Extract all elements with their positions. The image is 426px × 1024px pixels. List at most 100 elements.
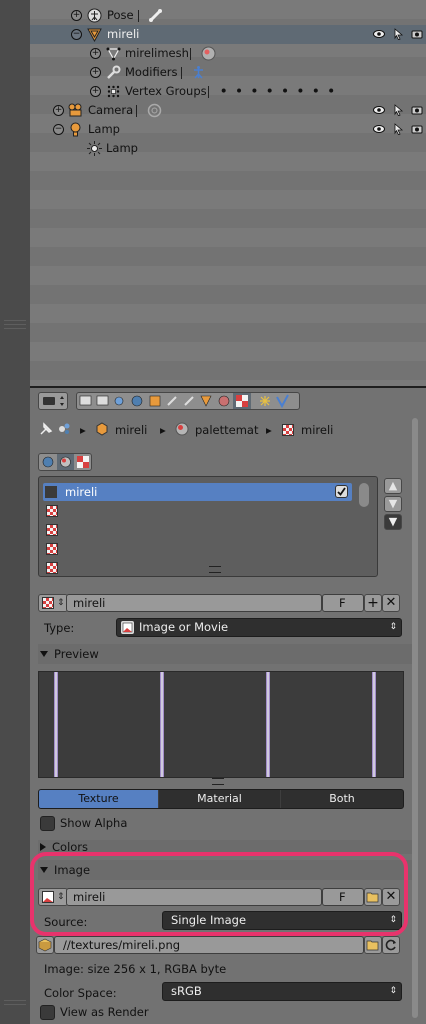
render-camera-icon[interactable] bbox=[411, 28, 423, 40]
breadcrumb-separator: ▸ bbox=[266, 423, 272, 437]
show-alpha-label: Show Alpha bbox=[60, 816, 128, 830]
move-down-button[interactable]: ▼ bbox=[384, 496, 402, 512]
texture-name-field[interactable]: mireli bbox=[66, 594, 322, 612]
color-space-label: Color Space: bbox=[44, 986, 117, 1000]
tab-material[interactable]: Material bbox=[159, 790, 281, 808]
breadcrumb-texture: mireli bbox=[301, 423, 334, 437]
camera-data-icon bbox=[147, 103, 162, 118]
context-tabs[interactable] bbox=[76, 392, 300, 410]
properties-panel: ▸ mireli ▸ palettemat ▸ mireli mireli ▲ … bbox=[30, 388, 426, 1024]
browse-folder-icon[interactable] bbox=[364, 936, 382, 954]
list-item-label: mireli bbox=[65, 485, 98, 499]
texture-context-tabs[interactable] bbox=[38, 453, 92, 471]
preview-title: Preview bbox=[54, 647, 99, 661]
list-item-selected[interactable]: mireli bbox=[43, 483, 352, 501]
expand-icon[interactable]: + bbox=[90, 67, 101, 78]
pin-icon[interactable] bbox=[38, 421, 54, 437]
lamp-data-icon bbox=[87, 141, 102, 156]
texture-checker-icon bbox=[46, 505, 58, 517]
texture-checker-icon bbox=[46, 524, 58, 536]
visibility-eye-icon[interactable] bbox=[373, 28, 385, 40]
texture-browse-button[interactable]: ⇕ bbox=[38, 594, 68, 612]
outliner-row-mirelimesh[interactable]: + mirelimesh bbox=[30, 44, 426, 63]
visibility-eye-icon[interactable] bbox=[373, 104, 385, 116]
show-alpha-checkbox[interactable] bbox=[40, 816, 55, 831]
type-dropdown-value: Image or Movie bbox=[139, 620, 229, 634]
slot-enabled-checkbox[interactable] bbox=[335, 485, 348, 498]
specials-menu-button[interactable]: ▼ bbox=[384, 514, 402, 530]
dropdown-arrows-icon: ⇕ bbox=[389, 986, 397, 996]
selectable-cursor-icon[interactable] bbox=[392, 123, 404, 136]
reload-icon[interactable] bbox=[382, 936, 400, 954]
outliner-row-lamp[interactable]: − Lamp bbox=[30, 120, 426, 139]
properties-scrollbar[interactable] bbox=[412, 418, 418, 1018]
collapse-icon[interactable]: − bbox=[53, 124, 64, 135]
outliner-label: mirelimesh bbox=[125, 46, 189, 60]
bone-icon bbox=[148, 8, 163, 23]
outliner-row-mireli[interactable]: − mireli bbox=[30, 25, 426, 44]
outliner-row-vertex-groups[interactable]: + Vertex Groups •••••••• bbox=[30, 82, 426, 101]
outliner-row-modifiers[interactable]: + Modifiers bbox=[30, 63, 426, 82]
outliner-row-pose[interactable]: + Pose bbox=[30, 6, 426, 25]
image-info: Image: size 256 x 1, RGBA byte bbox=[44, 962, 227, 976]
color-space-value: sRGB bbox=[171, 984, 202, 998]
outliner-label: mireli bbox=[107, 27, 140, 41]
view-as-render-checkbox[interactable] bbox=[40, 1005, 55, 1020]
filepath-field[interactable]: //textures/mireli.png bbox=[54, 936, 364, 954]
list-scrollbar[interactable] bbox=[359, 483, 369, 507]
preview-panel-header[interactable]: Preview bbox=[38, 644, 416, 664]
breadcrumb-separator: ▸ bbox=[160, 423, 166, 437]
unlink-close-icon[interactable]: ✕ bbox=[382, 594, 400, 612]
packed-file-icon[interactable] bbox=[36, 936, 54, 954]
expand-icon[interactable]: + bbox=[71, 10, 82, 21]
breadcrumb-object: mireli bbox=[115, 423, 148, 437]
list-resize-grip[interactable] bbox=[209, 566, 221, 573]
image-type-icon bbox=[121, 621, 134, 634]
texture-slot-list[interactable]: mireli bbox=[38, 476, 378, 577]
expand-icon[interactable]: + bbox=[90, 48, 101, 59]
outliner-label: Lamp bbox=[88, 122, 120, 136]
tab-both[interactable]: Both bbox=[281, 790, 403, 808]
outliner-label: Lamp bbox=[106, 141, 138, 155]
type-dropdown[interactable]: Image or Movie ⇕ bbox=[116, 618, 402, 637]
preview-mode-tabs[interactable]: Texture Material Both bbox=[38, 789, 404, 809]
armature-pose-icon bbox=[87, 8, 102, 23]
render-camera-icon[interactable] bbox=[411, 123, 423, 135]
texture-checker-icon bbox=[46, 562, 58, 574]
preview-resize-grip[interactable] bbox=[212, 778, 224, 785]
outliner-label: Vertex Groups bbox=[125, 84, 207, 98]
vertex-group-icon bbox=[106, 84, 121, 99]
outliner-label: Camera bbox=[88, 103, 134, 117]
outliner-row-lamp-data[interactable]: Lamp bbox=[30, 139, 426, 158]
render-camera-icon[interactable] bbox=[411, 104, 423, 116]
selectable-cursor-icon[interactable] bbox=[392, 104, 404, 117]
outliner-label: Modifiers bbox=[125, 65, 178, 79]
visibility-eye-icon[interactable] bbox=[373, 123, 385, 135]
scene-icon bbox=[56, 421, 72, 437]
expand-icon[interactable]: + bbox=[53, 105, 64, 116]
view-as-render-label: View as Render bbox=[60, 1005, 149, 1019]
move-up-button[interactable]: ▲ bbox=[384, 478, 402, 494]
selectable-cursor-icon[interactable] bbox=[392, 28, 404, 41]
material-icon bbox=[174, 421, 190, 437]
fake-user-button[interactable]: F bbox=[322, 594, 364, 612]
editor-type-button[interactable] bbox=[38, 392, 68, 410]
breadcrumb: ▸ mireli ▸ palettemat ▸ mireli bbox=[38, 420, 418, 440]
dropdown-arrows-icon: ⇕ bbox=[389, 622, 397, 632]
armature-modifier-icon bbox=[191, 65, 206, 80]
left-window-strip bbox=[0, 0, 31, 1024]
breadcrumb-material: palettemat bbox=[195, 423, 259, 437]
expand-icon[interactable]: + bbox=[90, 86, 101, 97]
outliner-row-camera[interactable]: + Camera bbox=[30, 101, 426, 120]
outliner-panel: + Pose − mireli + mirelimesh + Modifiers… bbox=[30, 0, 426, 386]
lamp-object-icon bbox=[68, 122, 83, 137]
tab-texture[interactable]: Texture bbox=[39, 790, 159, 808]
camera-object-icon bbox=[68, 103, 83, 118]
object-cube-icon bbox=[94, 421, 110, 437]
new-texture-plus-icon[interactable]: + bbox=[364, 594, 382, 612]
texture-checker-icon bbox=[46, 543, 58, 555]
highlight-annotation bbox=[30, 852, 408, 936]
breadcrumb-separator: ▸ bbox=[80, 423, 86, 437]
color-space-dropdown[interactable]: sRGB ⇕ bbox=[162, 982, 402, 1001]
collapse-icon[interactable]: − bbox=[71, 29, 82, 40]
